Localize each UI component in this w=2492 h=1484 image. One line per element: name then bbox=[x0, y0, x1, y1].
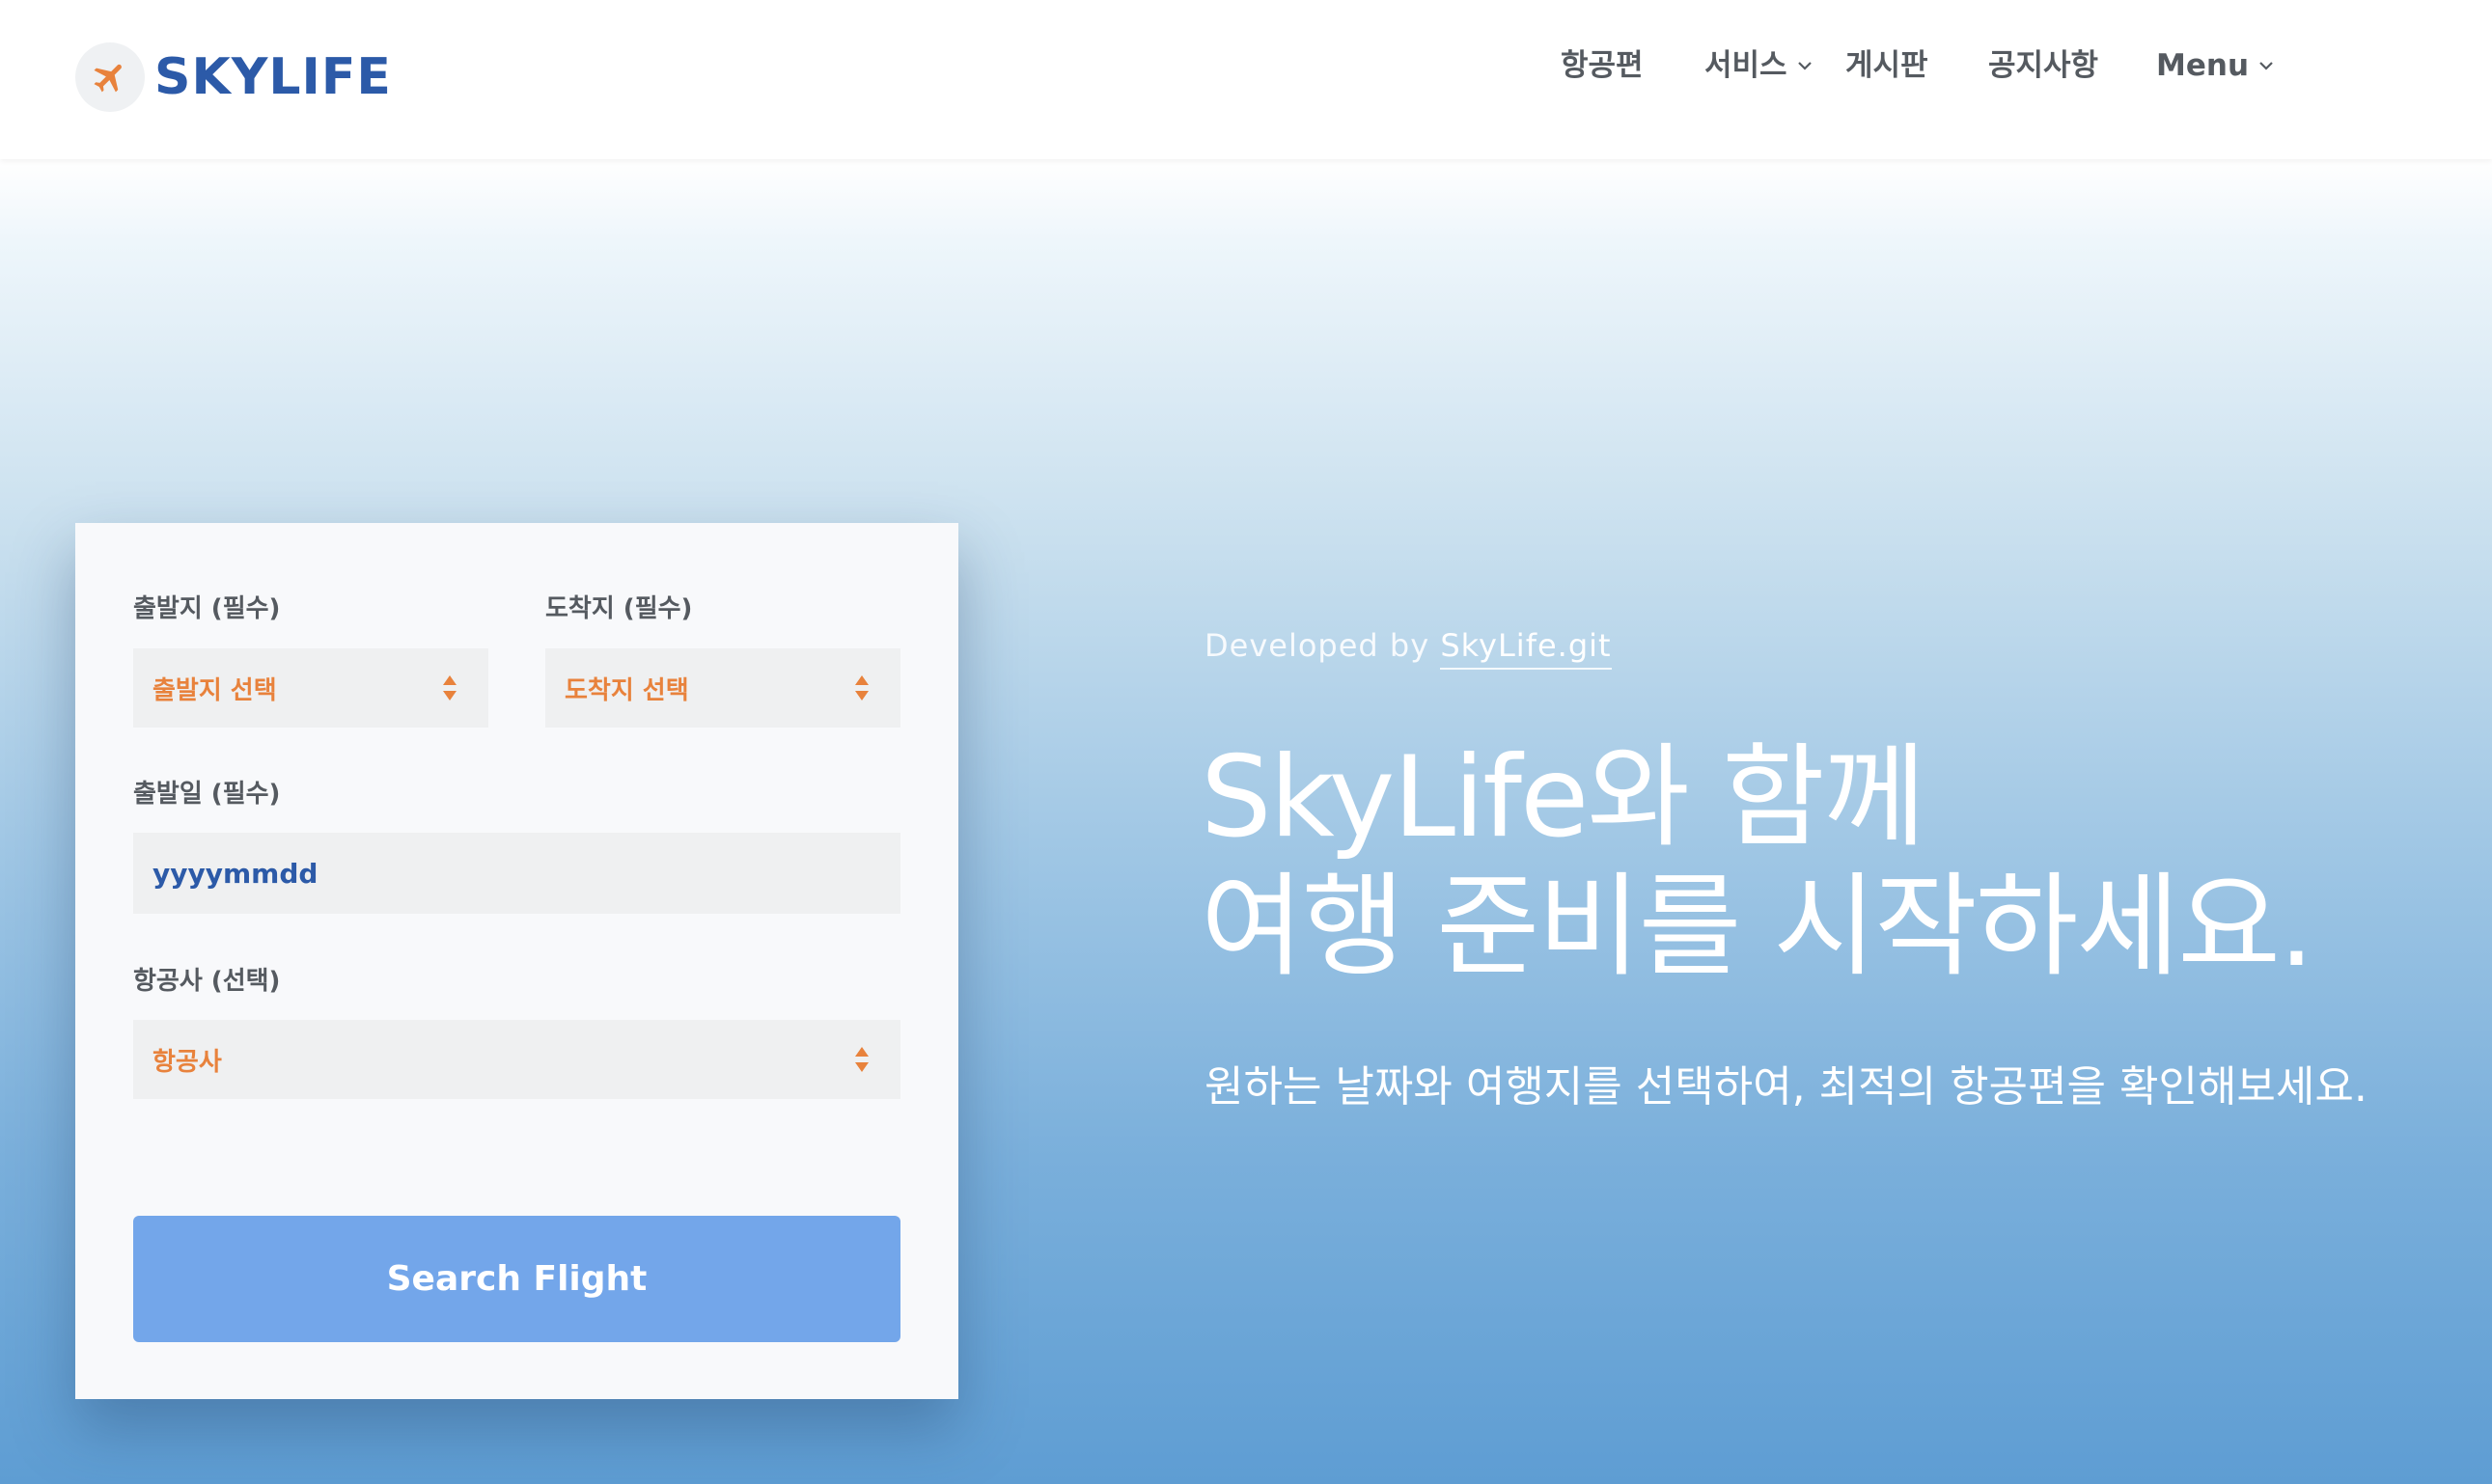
airplane-icon bbox=[94, 64, 122, 93]
logo[interactable]: SKYLIFE bbox=[75, 39, 392, 116]
departure-label: 출발지 (필수) bbox=[133, 594, 281, 623]
hero-subtitle: 원하는 날짜와 여행지를 선택하여, 최적의 항공편을 확인해보세요. bbox=[1204, 1062, 2367, 1112]
arrival-select[interactable]: 도착지 선택 bbox=[545, 648, 900, 728]
nav-item-flights[interactable]: 항공편 bbox=[1561, 42, 1644, 89]
select-arrows-icon bbox=[855, 1047, 869, 1072]
hero-title-line1: SkyLife와 함께 bbox=[1201, 732, 1925, 863]
arrival-label: 도착지 (필수) bbox=[545, 594, 693, 623]
logo-text: SKYLIFE bbox=[154, 48, 392, 106]
select-arrows-icon bbox=[855, 675, 869, 701]
airline-select-value: 항공사 bbox=[152, 1047, 222, 1077]
select-arrows-icon bbox=[443, 675, 457, 701]
departure-date-input[interactable] bbox=[133, 833, 900, 914]
arrival-select-value: 도착지 선택 bbox=[565, 675, 689, 705]
developed-by: Developed by SkyLife.git bbox=[1204, 627, 1612, 670]
date-label: 출발일 (필수) bbox=[133, 780, 281, 809]
search-flight-button[interactable]: Search Flight bbox=[133, 1216, 900, 1342]
repo-link[interactable]: SkyLife.git bbox=[1440, 627, 1612, 670]
hero-title-line2: 여행 준비를 시작하세요. bbox=[1201, 862, 2314, 992]
nav-item-label: 서비스 bbox=[1704, 48, 1787, 83]
logo-badge bbox=[75, 42, 145, 112]
chevron-down-icon bbox=[2259, 62, 2273, 70]
flight-search-card: 출발지 (필수) 출발지 선택 도착지 (필수) 도착지 선택 출발일 (필수)… bbox=[75, 523, 958, 1399]
site-header: SKYLIFE 항공편 서비스 게시판 공지사항 Menu bbox=[0, 0, 2492, 159]
nav-item-menu[interactable]: Menu bbox=[2156, 42, 2274, 89]
nav-item-notices[interactable]: 공지사항 bbox=[1988, 42, 2098, 89]
nav-item-board[interactable]: 게시판 bbox=[1845, 42, 1928, 89]
hero-title: SkyLife와 함께 여행 준비를 시작하세요. bbox=[1201, 732, 2314, 992]
developed-by-prefix: Developed by bbox=[1204, 627, 1430, 664]
airline-select[interactable]: 항공사 bbox=[133, 1020, 900, 1099]
chevron-down-icon bbox=[1797, 62, 1812, 70]
nav-item-label: 게시판 bbox=[1845, 48, 1928, 83]
airline-label: 항공사 (선택) bbox=[133, 967, 281, 996]
nav-item-label: Menu bbox=[2156, 48, 2250, 83]
nav-item-label: 공지사항 bbox=[1988, 48, 2099, 83]
departure-select[interactable]: 출발지 선택 bbox=[133, 648, 488, 728]
nav-item-services[interactable]: 서비스 bbox=[1704, 42, 1813, 89]
departure-select-value: 출발지 선택 bbox=[152, 675, 277, 705]
nav-item-label: 항공편 bbox=[1561, 48, 1644, 83]
